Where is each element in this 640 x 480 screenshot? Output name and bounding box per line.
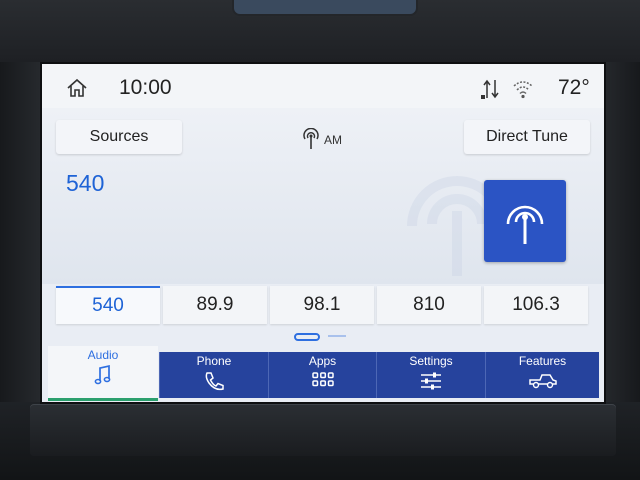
wifi-icon xyxy=(513,81,533,99)
preset-button[interactable]: 98.1 xyxy=(270,286,374,324)
phone-icon xyxy=(205,372,224,391)
bezel-clip xyxy=(232,0,418,16)
page-dot-active xyxy=(294,333,320,341)
apps-grid-icon xyxy=(311,372,334,387)
tab-label: Apps xyxy=(308,354,337,368)
truck-icon xyxy=(528,374,557,389)
tab-label: Phone xyxy=(196,354,232,368)
dashboard-ledge xyxy=(30,404,616,456)
home-icon[interactable] xyxy=(66,78,88,98)
page-dot xyxy=(328,335,346,337)
preset-bar: 540 89.9 98.1 810 106.3 xyxy=(56,286,590,324)
bezel-right xyxy=(602,62,640,402)
clock-time: 10:00 xyxy=(119,76,172,99)
outside-temperature: 72° xyxy=(558,76,590,99)
nav-bar: Audio Phone Apps Settings Features xyxy=(42,346,604,402)
sliders-icon xyxy=(421,372,441,390)
tab-label: Features xyxy=(518,354,567,368)
tab-features[interactable]: Features xyxy=(485,352,599,398)
status-bar: 10:00 72° xyxy=(42,64,604,108)
preset-button[interactable]: 89.9 xyxy=(163,286,267,324)
radio-antenna-icon xyxy=(303,128,319,149)
audio-source-panel: Sources AM Direct Tune 540 xyxy=(42,108,604,284)
bezel-left xyxy=(0,62,40,402)
data-transfer-icon xyxy=(481,79,499,99)
music-note-icon xyxy=(94,364,111,385)
infotainment-screen: 10:00 72° Sources AM Direct Tune 540 540… xyxy=(42,64,604,402)
tab-audio[interactable]: Audio xyxy=(48,346,158,401)
tab-phone[interactable]: Phone xyxy=(159,352,268,398)
tab-label: Settings xyxy=(409,354,453,368)
tab-apps[interactable]: Apps xyxy=(268,352,376,398)
direct-tune-button[interactable]: Direct Tune xyxy=(464,120,590,154)
preset-button[interactable]: 810 xyxy=(377,286,481,324)
preset-button[interactable]: 106.3 xyxy=(484,286,588,324)
current-frequency: 540 xyxy=(66,170,105,196)
page-indicator xyxy=(294,332,354,341)
radio-antenna-icon xyxy=(506,205,544,244)
tab-settings[interactable]: Settings xyxy=(376,352,485,398)
tab-label: Audio xyxy=(87,348,119,362)
sources-button[interactable]: Sources xyxy=(56,120,182,154)
radio-live-button[interactable] xyxy=(484,180,566,262)
band-label: AM xyxy=(324,133,342,147)
preset-button[interactable]: 540 xyxy=(56,286,160,324)
